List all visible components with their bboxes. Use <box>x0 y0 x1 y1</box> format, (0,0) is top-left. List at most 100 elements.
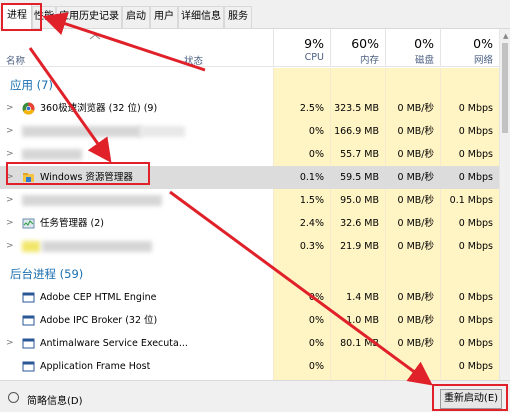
scroll-up-icon[interactable]: ▲ <box>503 32 508 40</box>
network-value: 0 Mbps <box>458 126 493 137</box>
process-list: 应用 (7) > 360极速浏览器 (32 位) (9) 2.5% 323.5 … <box>0 68 499 380</box>
network-value: 0 Mbps <box>458 315 493 326</box>
redacted-name <box>22 126 142 137</box>
cpu-value: 0.3% <box>299 241 324 252</box>
header-cpu-pct: 9% <box>304 36 324 51</box>
process-name: 360极速浏览器 (32 位) (9) <box>40 103 158 114</box>
disk-value: 0 MB/秒 <box>397 126 434 137</box>
tab-bar: 进程 性能 应用历史记录 启动 用户 详细信息 服务 <box>0 0 510 30</box>
disk-value: 0 MB/秒 <box>397 241 434 252</box>
process-name: Antimalware Service Executa... <box>40 338 188 349</box>
disk-value: 0 MB/秒 <box>397 292 434 303</box>
memory-value: 32.6 MB <box>340 218 379 229</box>
expand-chevron-icon[interactable]: > <box>6 212 14 235</box>
expand-chevron-icon[interactable]: > <box>6 97 14 120</box>
memory-value: 323.5 MB <box>334 103 379 114</box>
table-row[interactable]: > 任务管理器 (2) 2.4% 32.6 MB 0 MB/秒 0 Mbps <box>0 212 499 235</box>
table-row[interactable]: Adobe CEP HTML Engine 0% 1.4 MB 0 MB/秒 0… <box>0 286 499 309</box>
table-row[interactable]: Application Frame Host 0% 0 Mbps <box>0 355 499 378</box>
chevron-up-circle-icon[interactable] <box>8 392 19 403</box>
disk-value: 0 MB/秒 <box>397 103 434 114</box>
table-row[interactable]: > 1.5% 95.0 MB 0 MB/秒 0.1 Mbps <box>0 189 499 212</box>
memory-value: 21.9 MB <box>340 241 379 252</box>
tab-services[interactable]: 服务 <box>224 6 252 28</box>
expand-chevron-icon[interactable]: > <box>6 235 14 258</box>
expand-chevron-icon[interactable]: > <box>6 189 14 212</box>
disk-value: 0 MB/秒 <box>397 149 434 160</box>
cpu-value: 0% <box>308 361 324 372</box>
memory-value: 95.0 MB <box>340 195 379 206</box>
header-memory[interactable]: 60% 内存 <box>330 29 385 67</box>
annotation-box-explorer <box>6 162 150 185</box>
cpu-value: 0.1% <box>299 172 324 183</box>
group-header-apps: 应用 (7) <box>0 71 499 97</box>
fewer-details-link[interactable]: 简略信息(D) <box>27 392 83 407</box>
redacted-name <box>22 149 82 160</box>
group-title-apps: 应用 (7) <box>10 78 53 92</box>
cpu-value: 2.4% <box>299 218 324 229</box>
expand-chevron-icon[interactable]: > <box>6 332 14 355</box>
header-name[interactable]: 名称 <box>6 53 25 67</box>
tab-startup[interactable]: 启动 <box>122 6 150 28</box>
network-value: 0 Mbps <box>458 361 493 372</box>
task-manager-icon <box>22 218 35 229</box>
network-value: 0 Mbps <box>458 292 493 303</box>
redacted-name <box>42 241 152 252</box>
disk-value: 0 MB/秒 <box>397 195 434 206</box>
table-row[interactable]: > 360极速浏览器 (32 位) (9) 2.5% 323.5 MB 0 MB… <box>0 97 499 120</box>
cpu-value: 0% <box>308 315 324 326</box>
app-window-icon <box>22 292 35 303</box>
disk-value: 0 MB/秒 <box>397 172 434 183</box>
expand-chevron-icon[interactable]: > <box>6 120 14 143</box>
process-name: Application Frame Host <box>40 361 151 372</box>
memory-value: 1.0 MB <box>346 315 379 326</box>
process-name: Adobe IPC Broker (32 位) <box>40 315 158 326</box>
tab-users[interactable]: 用户 <box>150 6 178 28</box>
chevron-up-icon[interactable] <box>87 32 103 42</box>
header-status[interactable]: 状态 <box>184 53 203 67</box>
app-window-icon <box>22 338 35 349</box>
header-cpu-label: CPU <box>304 52 324 63</box>
vertical-scrollbar[interactable]: ▲ <box>499 29 510 380</box>
app-window-icon <box>22 361 35 372</box>
network-value: 0 Mbps <box>458 241 493 252</box>
annotation-box-tab <box>1 3 42 31</box>
redacted-name <box>140 126 185 137</box>
column-header: 名称 状态 9% CPU 60% 内存 0% 磁盘 0% 网络 <box>0 29 510 67</box>
table-row[interactable]: > Antimalware Service Executa... 0% 80.1… <box>0 332 499 355</box>
network-value: 0 Mbps <box>458 218 493 229</box>
disk-value: 0 MB/秒 <box>397 338 434 349</box>
table-row[interactable]: > 0% 166.9 MB 0 MB/秒 0 Mbps <box>0 120 499 143</box>
cpu-value: 2.5% <box>299 103 324 114</box>
memory-value: 55.7 MB <box>340 149 379 160</box>
cpu-value: 0% <box>308 149 324 160</box>
network-value: 0 Mbps <box>458 149 493 160</box>
group-title-background: 后台进程 (59) <box>10 267 84 281</box>
header-cpu[interactable]: 9% CPU <box>273 29 330 67</box>
header-disk-label: 磁盘 <box>414 55 434 66</box>
memory-value: 59.5 MB <box>340 172 379 183</box>
annotation-box-restart <box>432 384 508 411</box>
app-window-icon <box>22 315 35 326</box>
header-memory-label: 内存 <box>359 55 379 66</box>
header-disk[interactable]: 0% 磁盘 <box>385 29 440 67</box>
disk-value: 0 MB/秒 <box>397 315 434 326</box>
memory-value: 1.4 MB <box>346 292 379 303</box>
table-row[interactable]: > 0.3% 21.9 MB 0 MB/秒 0 Mbps <box>0 235 499 258</box>
cpu-value: 0% <box>308 338 324 349</box>
network-value: 0.1 Mbps <box>449 195 493 206</box>
tab-details[interactable]: 详细信息 <box>178 6 224 28</box>
group-header-background: 后台进程 (59) <box>0 258 499 286</box>
cpu-value: 0% <box>308 292 324 303</box>
redacted-name <box>22 195 162 206</box>
memory-value: 80.1 MB <box>340 338 379 349</box>
cpu-value: 1.5% <box>299 195 324 206</box>
scroll-thumb[interactable] <box>502 43 508 133</box>
browser-icon <box>22 102 35 115</box>
tab-app-history[interactable]: 应用历史记录 <box>56 6 122 28</box>
cpu-value: 0% <box>308 126 324 137</box>
table-row[interactable]: Adobe IPC Broker (32 位) 0% 1.0 MB 0 MB/秒… <box>0 309 499 332</box>
header-network[interactable]: 0% 网络 <box>440 29 499 67</box>
network-value: 0 Mbps <box>458 103 493 114</box>
process-name: Adobe CEP HTML Engine <box>40 292 157 303</box>
